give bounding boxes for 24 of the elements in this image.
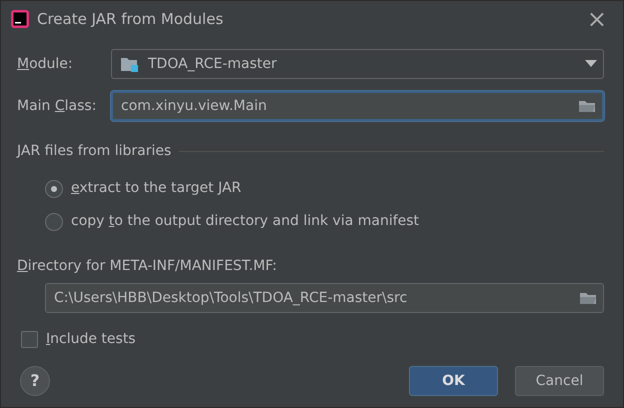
field-label: Directory for META-INF/MANIFEST.MF: — [17, 257, 278, 276]
caret-icon — [585, 60, 597, 68]
folder-icon — [578, 99, 596, 113]
section-title: JAR files from libraries — [17, 142, 172, 161]
help-button[interactable]: ? — [20, 366, 50, 396]
radio-button[interactable] — [45, 180, 63, 198]
directory-field[interactable]: C:\Users\HBB\Desktop\Tools\TDOA_RCE-master\src — [45, 283, 604, 313]
cancel-button[interactable]: Cancel — [515, 366, 604, 396]
checkbox-label: Include tests — [46, 330, 136, 349]
window-title: Create JAR from Modules — [37, 8, 224, 30]
folder-icon — [579, 291, 597, 305]
field-label: Main Class: — [17, 96, 98, 116]
ok-button[interactable]: OK — [409, 366, 498, 396]
checkbox[interactable] — [21, 331, 38, 348]
module-dropdown[interactable]: TDOA_RCE-master — [111, 49, 604, 79]
radio-label: extract to the target JAR — [71, 179, 242, 198]
dropdown-value: TDOA_RCE-master — [148, 54, 278, 74]
radio-label: copy to the output directory and link via manifest — [71, 212, 420, 231]
close-button[interactable]: × — [582, 7, 611, 31]
module-folder-icon — [120, 56, 140, 72]
radio-button[interactable] — [45, 212, 63, 230]
class-field[interactable]: com.xinyu.view.Main — [111, 91, 604, 121]
app-logo-icon — [11, 10, 29, 28]
field-label: Module: — [17, 54, 74, 74]
